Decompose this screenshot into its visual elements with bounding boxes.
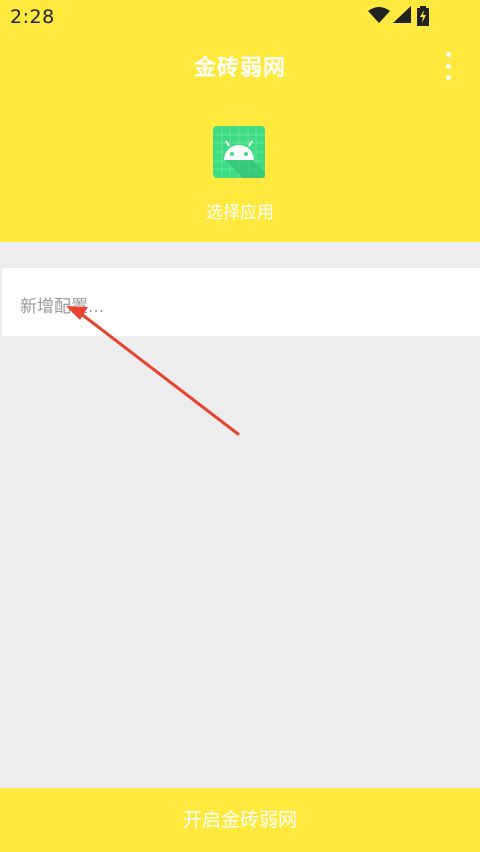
status-bar: 2:28 bbox=[0, 0, 480, 34]
android-icon bbox=[213, 126, 265, 178]
start-weak-network-button[interactable]: 开启金砖弱网 bbox=[0, 788, 480, 852]
signal-icon bbox=[393, 6, 411, 28]
status-icons bbox=[368, 6, 448, 26]
more-vert-icon-dot bbox=[445, 75, 451, 80]
select-app-label: 选择应用 bbox=[206, 203, 274, 223]
app-title: 金砖弱网 bbox=[193, 56, 286, 81]
battery-icon bbox=[417, 6, 429, 30]
select-app-button[interactable]: 选择应用 bbox=[190, 124, 290, 224]
more-vert-icon bbox=[445, 52, 451, 57]
add-config-label: 新增配置... bbox=[20, 297, 105, 317]
status-time: 2:28 bbox=[10, 6, 55, 28]
header: 2:28 金砖弱网 选择应用 bbox=[0, 0, 480, 242]
more-vert-icon-dot bbox=[445, 63, 451, 69]
add-config-item[interactable]: 新增配置... bbox=[2, 268, 480, 336]
more-options-button[interactable] bbox=[440, 52, 456, 80]
screen: 2:28 金砖弱网 选择应用 新增配置... 开启金砖弱网 bbox=[0, 0, 480, 852]
wifi-icon bbox=[368, 6, 390, 28]
